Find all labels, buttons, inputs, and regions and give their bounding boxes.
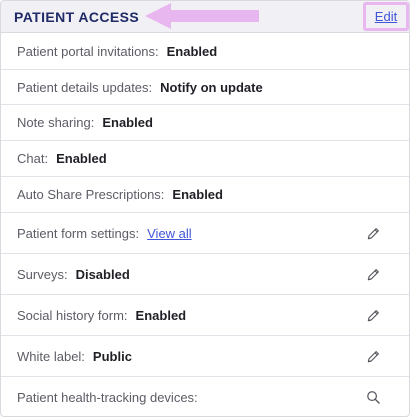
row-label: Patient details updates: bbox=[17, 79, 153, 95]
pencil-icon bbox=[367, 227, 379, 239]
row-label: Auto Share Prescriptions: bbox=[17, 187, 165, 202]
pencil-icon bbox=[367, 309, 379, 321]
row-label: Social history form: bbox=[17, 307, 128, 323]
row-label: Patient portal invitations: bbox=[17, 43, 159, 59]
row-value: Enabled bbox=[166, 43, 218, 59]
row-patient-details-updates: Patient details updates: Notify on updat… bbox=[1, 70, 409, 105]
row-white-label: White label: Public bbox=[1, 336, 409, 377]
row-value: Notify on update bbox=[160, 79, 263, 95]
pencil-icon bbox=[367, 350, 379, 362]
search-devices-button[interactable] bbox=[365, 390, 381, 406]
row-label: Patient form settings: bbox=[17, 225, 140, 241]
row-auto-share-prescriptions: Auto Share Prescriptions: Enabled bbox=[1, 177, 409, 213]
row-value: Enabled bbox=[135, 307, 187, 323]
row-chat: Chat: Enabled bbox=[1, 141, 409, 177]
row-note-sharing: Note sharing: Enabled bbox=[1, 105, 409, 141]
row-label: Surveys: bbox=[17, 266, 68, 282]
row-value: Enabled bbox=[172, 187, 223, 202]
section-title: PATIENT ACCESS bbox=[14, 9, 140, 25]
row-surveys: Surveys: Disabled bbox=[1, 254, 409, 295]
row-health-tracking-devices: Patient health-tracking devices: bbox=[1, 377, 409, 416]
row-label: Note sharing: bbox=[17, 115, 95, 130]
section-header: PATIENT ACCESS Edit bbox=[1, 1, 409, 33]
row-social-history-form: Social history form: Enabled bbox=[1, 295, 409, 336]
row-patient-form-settings: Patient form settings: View all bbox=[1, 213, 409, 254]
edit-highlight-box: Edit bbox=[363, 2, 409, 31]
row-patient-portal-invitations: Patient portal invitations: Enabled bbox=[1, 33, 409, 70]
edit-social-history-button[interactable] bbox=[365, 307, 381, 323]
row-value: Disabled bbox=[75, 266, 130, 282]
row-value: Enabled bbox=[56, 151, 107, 166]
view-all-link[interactable]: View all bbox=[147, 226, 192, 241]
edit-link[interactable]: Edit bbox=[375, 9, 397, 24]
row-value: Enabled bbox=[102, 115, 153, 130]
search-icon bbox=[366, 391, 380, 404]
patient-access-panel: PATIENT ACCESS Edit Patient portal invit… bbox=[0, 0, 410, 417]
row-value: Public bbox=[92, 348, 132, 364]
pencil-icon bbox=[367, 268, 379, 280]
edit-surveys-button[interactable] bbox=[365, 266, 381, 282]
row-label: Patient health-tracking devices: bbox=[17, 390, 198, 405]
row-label: White label: bbox=[17, 348, 85, 364]
row-label: Chat: bbox=[17, 151, 49, 166]
edit-white-label-button[interactable] bbox=[365, 348, 381, 364]
edit-form-settings-button[interactable] bbox=[365, 225, 381, 241]
annotation-arrow-icon bbox=[145, 3, 259, 29]
